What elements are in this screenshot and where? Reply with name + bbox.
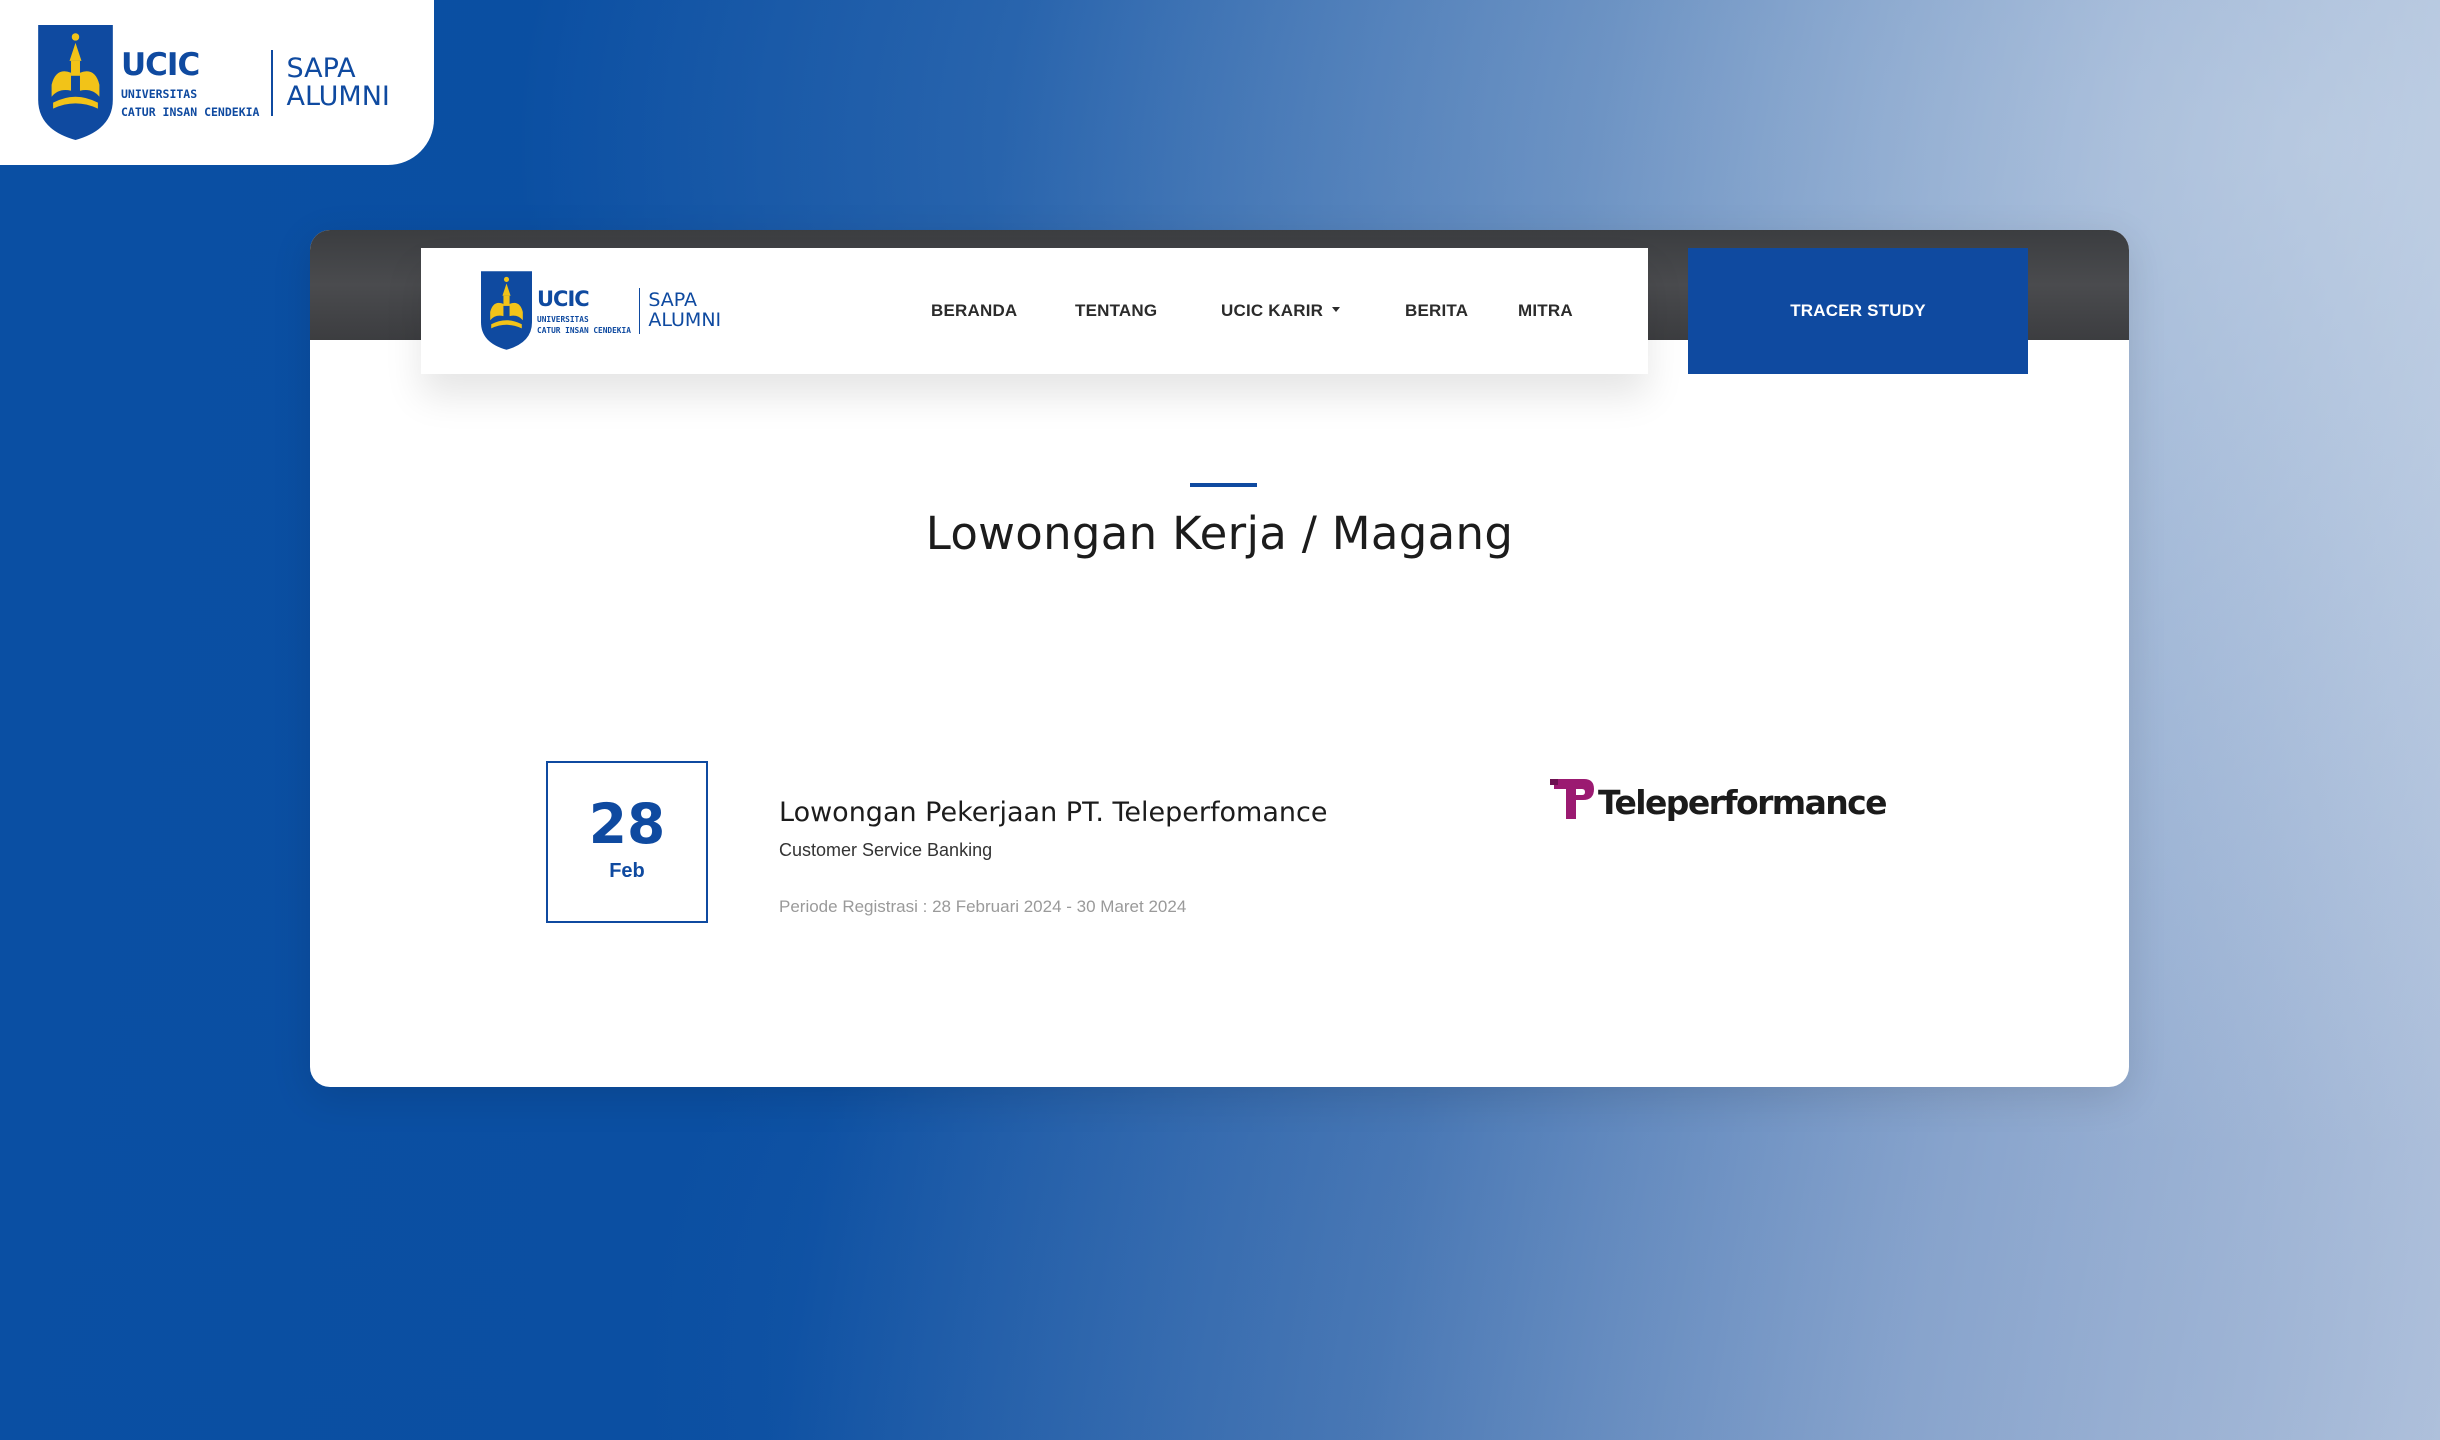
company-name: Teleperformance [1598,782,1887,822]
site-navbar: UCIC UNIVERSITAS CATUR INSAN CENDEKIA SA… [421,248,1648,374]
brand-divider [271,49,274,116]
university-crest-icon [38,25,113,140]
job-registration-period: Periode Registrasi : 28 Februari 2024 - … [779,897,1187,916]
nav-item-mitra[interactable]: MITRA [1518,301,1573,321]
company-logo: Teleperformance [1550,775,1887,823]
tracer-study-button[interactable]: TRACER STUDY [1688,248,2028,374]
job-date-month: Feb [609,860,645,882]
nav-item-tentang[interactable]: TENTANG [1075,301,1157,321]
nav-menu: BERANDA TENTANG UCIC KARIR BERITA MITRA [421,248,1648,374]
nav-item-beranda[interactable]: BERANDA [931,301,1017,321]
product-name: SAPA ALUMNI [286,55,389,110]
brand-wordmark: UCIC [121,47,200,84]
caret-down-icon [1332,307,1341,313]
product-name-line-1: SAPA [286,52,356,84]
teleperformance-mark-icon [1550,779,1594,819]
product-name-line-2: ALUMNI [286,80,390,112]
nav-item-berita[interactable]: BERITA [1405,301,1468,321]
page-title: Lowongan Kerja / Magang [925,507,1514,560]
website-preview-card: UCIC UNIVERSITAS CATUR INSAN CENDEKIA SA… [310,230,2129,1087]
title-accent-rule [1190,483,1257,487]
brand-sub-line-2: CATUR INSAN CENDEKIA [121,104,260,119]
brand-logo[interactable]: UCIC UNIVERSITAS CATUR INSAN CENDEKIA SA… [38,25,390,140]
nav-item-ucic-karir[interactable]: UCIC KARIR [1221,301,1341,321]
brand-corner-card: UCIC UNIVERSITAS CATUR INSAN CENDEKIA SA… [0,0,434,165]
job-title-link[interactable]: Lowongan Pekerjaan PT. Teleperfomance [779,797,1327,828]
brand-wordmark-block: UCIC UNIVERSITAS CATUR INSAN CENDEKIA [121,50,259,121]
job-date-badge: 28 Feb [546,761,708,923]
job-date-day: 28 [588,792,666,856]
brand-sub-line-1: UNIVERSITAS [121,87,198,102]
job-position: Customer Service Banking [779,840,993,860]
nav-item-ucic-karir-label: UCIC KARIR [1221,301,1324,320]
